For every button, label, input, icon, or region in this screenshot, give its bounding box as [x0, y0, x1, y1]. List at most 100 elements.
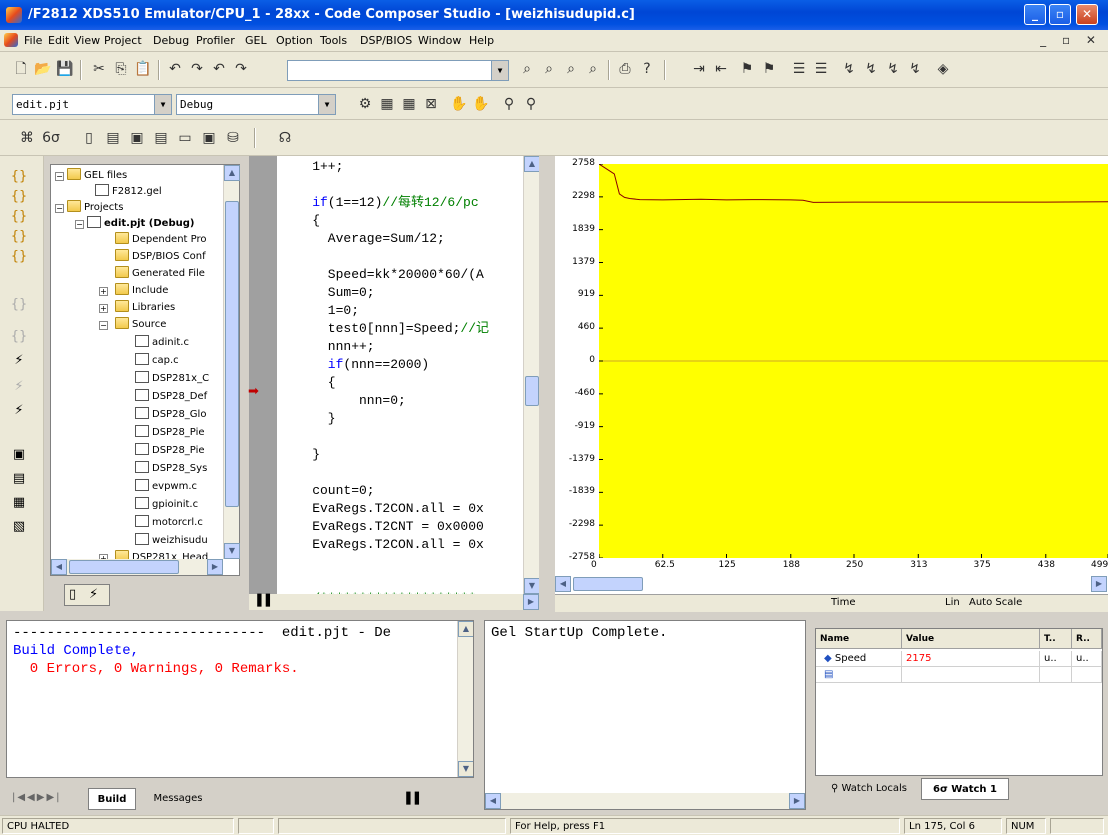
step-over-icon[interactable]: ↯: [862, 60, 880, 78]
undo-all-icon[interactable]: ↶: [210, 60, 228, 78]
watch-table[interactable]: Name Value T.. R.. ◆ Speed 2175 u.. u.. …: [815, 628, 1103, 776]
new-file-icon[interactable]: 🗋: [12, 60, 30, 78]
editor-vertical-scrollbar[interactable]: ▲ ▼: [523, 156, 539, 594]
scroll-right-icon[interactable]: ▶: [207, 559, 223, 575]
collapse-icon[interactable]: −: [55, 172, 64, 181]
col-value[interactable]: Value: [902, 629, 1040, 649]
remove-probes-icon[interactable]: ⚲: [522, 95, 540, 113]
step-into-icon[interactable]: ↯: [840, 60, 858, 78]
paste-icon[interactable]: 📋: [134, 60, 152, 78]
tree-item[interactable]: GEL files: [67, 168, 127, 184]
quick-watch-window-icon[interactable]: ▣: [10, 446, 28, 464]
scroll-right-icon[interactable]: ▶: [523, 594, 539, 610]
tree-item[interactable]: Include: [115, 283, 168, 299]
tree-item[interactable]: DSP28_Glo: [135, 407, 206, 423]
find-icon[interactable]: ⌕: [518, 60, 536, 78]
run-to-cursor-icon[interactable]: ↯: [906, 60, 924, 78]
collapse-icon[interactable]: −: [55, 204, 64, 213]
run-icon[interactable]: ⚡: [10, 352, 28, 370]
scroll-down-icon[interactable]: ▼: [224, 543, 240, 559]
tree-item[interactable]: DSP28_Pie: [135, 425, 205, 441]
mixed-mode-icon[interactable]: ☰: [790, 60, 808, 78]
project-combo[interactable]: edit.pjt ▼: [12, 94, 172, 115]
tab-watch-locals[interactable]: ⚲ Watch Locals: [821, 778, 917, 800]
tree-item[interactable]: weizhisudu: [135, 533, 208, 549]
expand-icon[interactable]: +: [99, 287, 108, 296]
watch-row-name[interactable]: ◆ Speed: [816, 651, 902, 667]
menu-file[interactable]: File: [24, 34, 42, 47]
config-combo[interactable]: Debug ▼: [176, 94, 336, 115]
maximize-button[interactable]: ▫: [1049, 4, 1071, 25]
tree-item[interactable]: Projects: [67, 200, 123, 216]
compile-icon[interactable]: ⚙: [356, 95, 374, 113]
scroll-right-icon[interactable]: ▶: [1091, 576, 1107, 592]
call-stack-icon[interactable]: ▤: [152, 129, 170, 147]
menu-edit[interactable]: Edit: [48, 34, 69, 47]
cut-icon[interactable]: ✂: [90, 60, 108, 78]
bookmark-icon[interactable]: ⚑: [738, 60, 756, 78]
find-in-files-icon[interactable]: ⌕: [584, 60, 602, 78]
bookmarks-tab-icon[interactable]: ⚡: [89, 587, 98, 602]
set-pc-icon[interactable]: {}: [10, 248, 28, 266]
tree-item[interactable]: DSP281x_C: [135, 371, 209, 387]
minimize-button[interactable]: _: [1024, 4, 1046, 25]
tab-messages[interactable]: Messages: [138, 788, 218, 810]
memory-icon[interactable]: ▯: [80, 129, 98, 147]
find-combo[interactable]: ▼: [287, 60, 509, 81]
indent-icon[interactable]: ⇥: [690, 60, 708, 78]
menu-tools[interactable]: Tools: [320, 34, 347, 47]
open-folder-icon[interactable]: 📂: [34, 60, 52, 78]
scroll-thumb[interactable]: [573, 577, 643, 591]
col-type[interactable]: T..: [1040, 629, 1072, 649]
find-prev-icon[interactable]: ⌕: [562, 60, 580, 78]
registers-icon[interactable]: ▤: [104, 129, 122, 147]
split-handle-icon[interactable]: ▐▐: [253, 594, 270, 607]
tree-item[interactable]: edit.pjt (Debug): [87, 216, 194, 232]
tree-vertical-scrollbar[interactable]: ▲ ▼: [223, 165, 240, 559]
disassembly-icon[interactable]: ☰: [812, 60, 830, 78]
col-name[interactable]: Name: [816, 629, 902, 649]
chevron-down-icon[interactable]: ▼: [154, 95, 171, 114]
register-window-icon[interactable]: ▦: [10, 494, 28, 512]
tree-item[interactable]: gpioinit.c: [135, 497, 198, 513]
tree-item[interactable]: DSP28_Def: [135, 389, 207, 405]
menu-project[interactable]: Project: [104, 34, 142, 47]
watch-row-value[interactable]: 2175: [902, 651, 1040, 667]
step-out-icon[interactable]: {}: [10, 208, 28, 226]
build-output[interactable]: ------------------------------ edit.pjt …: [6, 620, 474, 778]
tree-item[interactable]: Dependent Pro: [115, 232, 207, 248]
tree-item[interactable]: adinit.c: [135, 335, 189, 351]
image-graph-icon[interactable]: ▣: [200, 129, 218, 147]
collapse-icon[interactable]: −: [99, 321, 108, 330]
menu-debug[interactable]: Debug: [153, 34, 189, 47]
bookmark-next-icon[interactable]: ⚑: [760, 60, 778, 78]
editor-gutter[interactable]: ➡: [248, 156, 277, 594]
scroll-up-icon[interactable]: ▲: [224, 165, 240, 181]
tree-item[interactable]: Generated File: [115, 266, 205, 282]
step-over-icon[interactable]: {}: [10, 188, 28, 206]
plot-area[interactable]: [598, 163, 1108, 559]
watch-window-icon[interactable]: ⌘: [18, 129, 36, 147]
step-out-icon[interactable]: ↯: [884, 60, 902, 78]
probe-icon[interactable]: ☊: [276, 129, 294, 147]
split-handle-icon[interactable]: ▐▐: [402, 792, 419, 805]
undo-icon[interactable]: ↶: [166, 60, 184, 78]
menu-option[interactable]: Option: [276, 34, 313, 47]
menu-help[interactable]: Help: [469, 34, 494, 47]
disassembly-window-icon[interactable]: ▣: [128, 129, 146, 147]
tree-item[interactable]: DSP/BIOS Conf: [115, 249, 206, 265]
chevron-down-icon[interactable]: ▼: [318, 95, 335, 114]
tree-item[interactable]: F2812.gel: [95, 184, 162, 200]
expand-icon[interactable]: +: [99, 304, 108, 313]
help-icon[interactable]: ?: [638, 60, 656, 78]
scroll-right-icon[interactable]: ▶: [789, 793, 805, 809]
save-icon[interactable]: 💾: [56, 60, 74, 78]
chevron-down-icon[interactable]: ▼: [491, 61, 508, 80]
watch-new-row-value[interactable]: [902, 667, 1040, 683]
stack-window-icon[interactable]: ▧: [10, 518, 28, 536]
gel-output[interactable]: Gel StartUp Complete. ◀ ▶: [484, 620, 806, 810]
tab-build[interactable]: Build: [88, 788, 136, 810]
tree-horizontal-scrollbar[interactable]: ◀ ▶: [51, 559, 223, 575]
menu-profiler[interactable]: Profiler: [196, 34, 235, 47]
stop-build-icon[interactable]: ⊠: [422, 95, 440, 113]
